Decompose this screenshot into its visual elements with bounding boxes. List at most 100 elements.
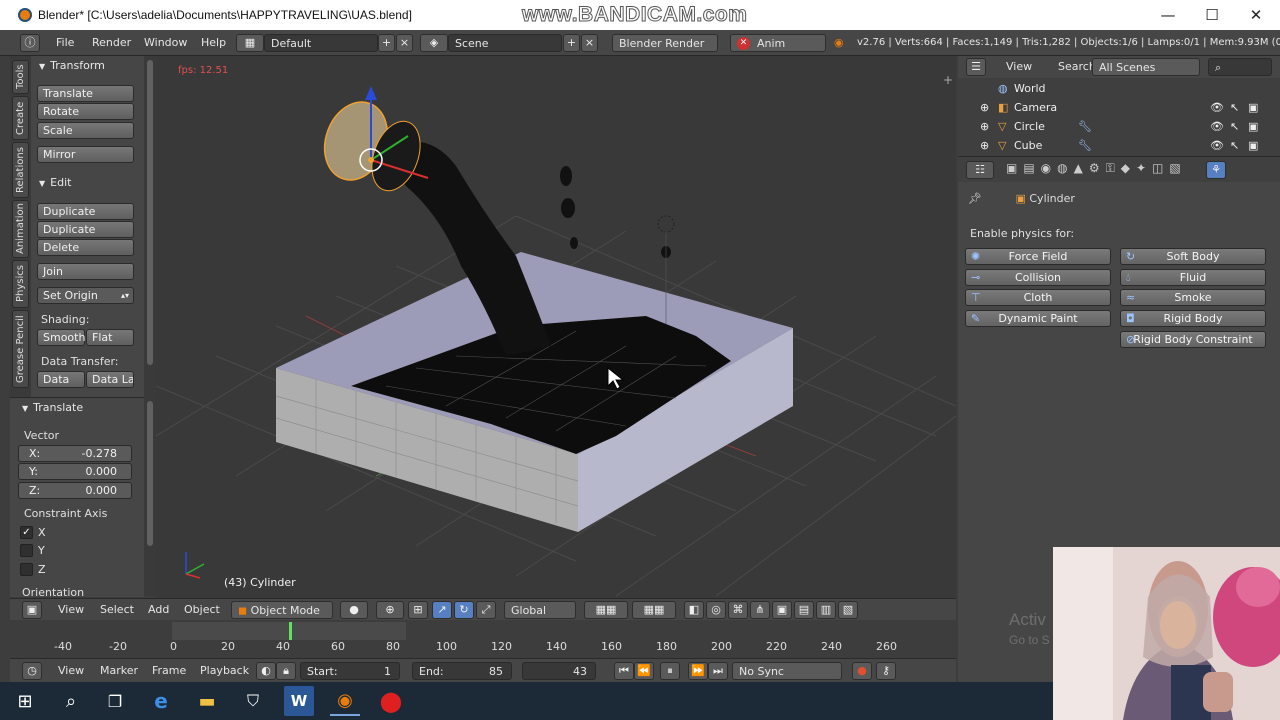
- editor-type-icon[interactable]: ▣: [22, 601, 42, 619]
- preview-range-icon[interactable]: ◐: [256, 662, 276, 680]
- tab-physics[interactable]: Physics: [12, 260, 29, 308]
- data-layout-button[interactable]: Data Lay: [86, 371, 134, 388]
- jump-start-icon[interactable]: ⏮: [614, 662, 634, 680]
- tab-relations[interactable]: Relations: [12, 142, 29, 198]
- constraint-y-checkbox[interactable]: [20, 544, 33, 557]
- add-layout-icon[interactable]: +: [378, 34, 395, 52]
- visibility-eye-icon[interactable]: 👁︎: [1210, 99, 1224, 117]
- selectable-cursor-icon[interactable]: ↖: [1230, 118, 1239, 136]
- menu-file[interactable]: File: [56, 34, 74, 52]
- layers-grid-1[interactable]: ▦▦: [584, 601, 628, 619]
- manipulator-toggle-icon[interactable]: ⊞: [408, 601, 428, 619]
- end-frame-field[interactable]: End: 85: [412, 662, 512, 680]
- scale-button[interactable]: Scale: [37, 122, 134, 139]
- operator-panel-header[interactable]: ▼ Translate: [14, 398, 127, 418]
- 3d-viewport[interactable]: + fps: 12.51 (43) Cylinder: [156, 56, 956, 598]
- outliner-menu-search[interactable]: Search: [1058, 58, 1096, 76]
- task-view-icon[interactable]: ❐: [100, 686, 130, 716]
- menu-playback[interactable]: Playback: [200, 662, 249, 680]
- duplicate-button[interactable]: Duplicate: [37, 203, 134, 220]
- scale-manipulator-icon[interactable]: ⤢: [476, 601, 496, 619]
- file-explorer-icon[interactable]: ▬: [192, 686, 222, 716]
- dynamic-paint-button[interactable]: ✎ Dynamic Paint: [965, 310, 1111, 327]
- set-origin-dropdown[interactable]: Set Origin ▴▾: [37, 287, 134, 304]
- close-button[interactable]: ✕: [1234, 0, 1278, 30]
- join-button[interactable]: Join: [37, 263, 134, 280]
- smooth-button[interactable]: Smooth: [37, 329, 85, 346]
- translate-manipulator-icon[interactable]: ↗: [432, 601, 452, 619]
- pause-icon[interactable]: ⏸: [660, 662, 680, 680]
- outliner-item-camera[interactable]: ⊕ ◧ Camera 👁︎ ↖ ▣: [958, 99, 1280, 117]
- selectable-cursor-icon[interactable]: ↖: [1230, 137, 1239, 155]
- tab-grease-pencil[interactable]: Grease Pencil: [12, 310, 29, 388]
- scene-icon[interactable]: ◈: [420, 34, 448, 52]
- expand-icon[interactable]: ⊕: [980, 99, 989, 117]
- translate-button[interactable]: Translate: [37, 85, 134, 102]
- rigid-body-constraint-button[interactable]: ⊘ Rigid Body Constraint: [1120, 331, 1266, 348]
- record-icon[interactable]: ●: [852, 662, 872, 680]
- pivot-point-icon[interactable]: ⊕: [376, 601, 404, 619]
- menu-add[interactable]: Add: [148, 601, 169, 619]
- visibility-eye-icon[interactable]: 👁︎: [1210, 118, 1224, 136]
- proportional-edit-icon[interactable]: ◎: [706, 601, 726, 619]
- menu-window[interactable]: Window: [144, 34, 187, 52]
- jump-keyframe-forward-icon[interactable]: ⏩: [688, 662, 708, 680]
- fluid-button[interactable]: 💧︎ Fluid: [1120, 269, 1266, 286]
- remove-scene-icon[interactable]: ×: [581, 34, 598, 52]
- overlay-icon[interactable]: ▧: [838, 601, 858, 619]
- rotate-manipulator-icon[interactable]: ↻: [454, 601, 474, 619]
- render-camera-icon[interactable]: ▣: [1248, 118, 1258, 136]
- layers-grid-2[interactable]: ▦▦: [632, 601, 676, 619]
- rotate-button[interactable]: Rotate: [37, 103, 134, 120]
- anim-player-button[interactable]: ✕Anim Player: [730, 34, 826, 68]
- viewport-corner-plus-icon[interactable]: +: [943, 73, 953, 87]
- remove-layout-icon[interactable]: ×: [396, 34, 413, 52]
- transform-orientation-dropdown[interactable]: Global: [504, 601, 576, 619]
- current-frame-field[interactable]: 43: [522, 662, 596, 680]
- keying-set-icon[interactable]: ⚷: [876, 662, 896, 680]
- viewport-shading-icon[interactable]: ●: [340, 601, 368, 619]
- outliner-filter-dropdown[interactable]: All Scenes: [1092, 58, 1200, 76]
- jump-keyframe-back-icon[interactable]: ⏪: [634, 662, 654, 680]
- timeline-editor-type-icon[interactable]: ◷: [22, 662, 42, 680]
- menu-marker[interactable]: Marker: [100, 662, 138, 680]
- expand-icon[interactable]: ⊕: [980, 137, 989, 155]
- sync-mode-dropdown[interactable]: No Sync: [732, 662, 842, 680]
- maximize-button[interactable]: ☐: [1190, 0, 1234, 30]
- smoke-button[interactable]: ≈ Smoke: [1120, 289, 1266, 306]
- edit-panel-header[interactable]: ▼ Edit: [31, 173, 144, 193]
- timeline[interactable]: -40 -20 0 20 40 60 80 100 120 140 160 18…: [10, 620, 956, 658]
- info-editor-type-icon[interactable]: ⓘ: [20, 34, 40, 52]
- menu-object[interactable]: Object: [184, 601, 220, 619]
- mode-dropdown[interactable]: ◼ Object Mode: [231, 601, 333, 619]
- menu-help[interactable]: Help: [201, 34, 226, 52]
- edge-browser-icon[interactable]: e: [146, 686, 176, 716]
- start-windows-icon[interactable]: ⊞: [10, 686, 40, 716]
- selectable-cursor-icon[interactable]: ↖: [1230, 99, 1239, 117]
- vector-x-field[interactable]: X: -0.278: [18, 445, 132, 462]
- tab-tools[interactable]: Tools: [12, 60, 29, 94]
- properties-editor-type-icon[interactable]: ☷: [966, 161, 994, 179]
- render-still-icon[interactable]: ▥: [816, 601, 836, 619]
- cloth-button[interactable]: ⊤ Cloth: [965, 289, 1111, 306]
- menu-view[interactable]: View: [58, 601, 84, 619]
- snap-element-icon[interactable]: ⋔: [750, 601, 770, 619]
- expand-icon[interactable]: ⊕: [980, 118, 989, 136]
- start-frame-field[interactable]: Start: 1: [300, 662, 400, 680]
- search-icon[interactable]: ⌕: [56, 686, 86, 716]
- scrollbar-thumb[interactable]: [147, 60, 153, 365]
- tab-animation[interactable]: Animation: [12, 200, 29, 258]
- rigid-body-button[interactable]: ◘ Rigid Body: [1120, 310, 1266, 327]
- render-engine-dropdown[interactable]: Blender Render ▴▾: [612, 34, 718, 68]
- blender-taskbar-icon[interactable]: ◉: [330, 686, 360, 716]
- menu-select[interactable]: Select: [100, 601, 134, 619]
- tool-shelf-scrollbar[interactable]: [144, 56, 156, 596]
- mirror-button[interactable]: Mirror: [37, 146, 134, 163]
- opengl-render-icon[interactable]: ▣: [772, 601, 792, 619]
- delete-button[interactable]: Delete: [37, 239, 134, 256]
- visibility-eye-icon[interactable]: 👁︎: [1210, 137, 1224, 155]
- add-scene-icon[interactable]: +: [563, 34, 580, 52]
- screen-layout-field[interactable]: Default: [264, 34, 378, 52]
- tab-create[interactable]: Create: [12, 96, 29, 140]
- screen-layout-icon[interactable]: ▦: [236, 34, 264, 52]
